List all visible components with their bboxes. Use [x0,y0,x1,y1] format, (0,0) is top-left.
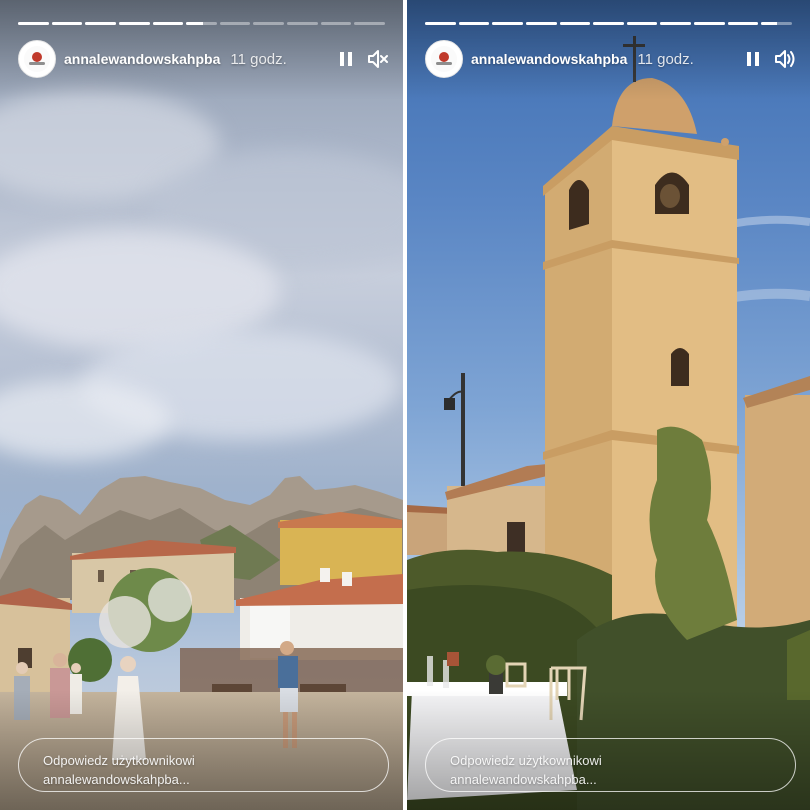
story-progress-bar [425,22,793,25]
scene-right [407,36,810,810]
person-head [71,663,81,673]
low-building [407,510,452,555]
lamp-head [444,398,455,410]
speaker-on-icon[interactable] [774,48,796,70]
progress-segment [152,22,184,25]
progress-segment [85,22,116,25]
bell-opening-side [569,180,589,230]
reply-placeholder-line2: annalewandowskahpba... [43,772,190,787]
avatar-logo [431,46,457,72]
reply-placeholder-line2: annalewandowskahpba... [450,772,597,787]
progress-segment [660,22,692,25]
progress-segment [354,22,386,25]
person-head [16,662,28,674]
progress-segment [626,22,658,25]
playback-controls [742,48,796,70]
progress-segment [425,22,456,25]
tower-finial [721,138,729,146]
speaker-muted-icon[interactable] [367,48,389,70]
person-head [120,656,136,672]
reply-placeholder-line1: Odpowiedz użytkownikowi [43,753,195,768]
story-panel-right[interactable]: annalewandowskahpba 11 godz. Odpowiedz u… [407,0,810,810]
post-time: 11 godz. [637,50,694,68]
username-link[interactable]: annalewandowskahpba [64,51,220,67]
playback-controls [335,48,389,70]
progress-segment [492,22,523,25]
progress-segment [458,22,490,25]
reply-input[interactable]: Odpowiedz użytkownikowi annalewandowskah… [425,738,796,792]
person-head [280,641,294,655]
progress-segment [727,22,759,25]
progress-segment [253,22,285,25]
avatar[interactable] [18,40,56,78]
progress-segment-active [186,22,217,25]
red-chair [447,652,459,666]
progress-segment [694,22,725,25]
progress-segment [51,22,83,25]
pause-icon[interactable] [335,48,357,70]
potted-plant-leaves [486,655,506,675]
progress-segment [18,22,49,25]
avatar-logo [24,46,50,72]
pause-icon[interactable] [742,48,764,70]
wine-glass [427,656,433,686]
progress-segment [219,22,251,25]
person-head [53,653,67,667]
progress-segment [525,22,557,25]
story-header: annalewandowskahpba 11 godz. [18,40,389,78]
progress-segment [559,22,591,25]
progress-segment [593,22,624,25]
post-time: 11 godz. [230,50,287,68]
person-blue-shirt [278,656,298,688]
progress-segment [287,22,318,25]
progress-segment [320,22,352,25]
story-panel-left[interactable]: annalewandowskahpba 11 godz. Odpowiedz u… [0,0,403,810]
story-progress-bar [18,22,386,25]
progress-segment [118,22,150,25]
avatar[interactable] [425,40,463,78]
progress-segment-active [761,22,793,25]
people-left [14,641,298,760]
reply-placeholder-line1: Odpowiedz użytkownikowi [450,753,602,768]
tower-window [671,348,689,386]
story-header: annalewandowskahpba 11 godz. [425,40,796,78]
reply-input[interactable]: Odpowiedz użytkownikowi annalewandowskah… [18,738,389,792]
bell [660,184,680,208]
username-link[interactable]: annalewandowskahpba [471,51,627,67]
